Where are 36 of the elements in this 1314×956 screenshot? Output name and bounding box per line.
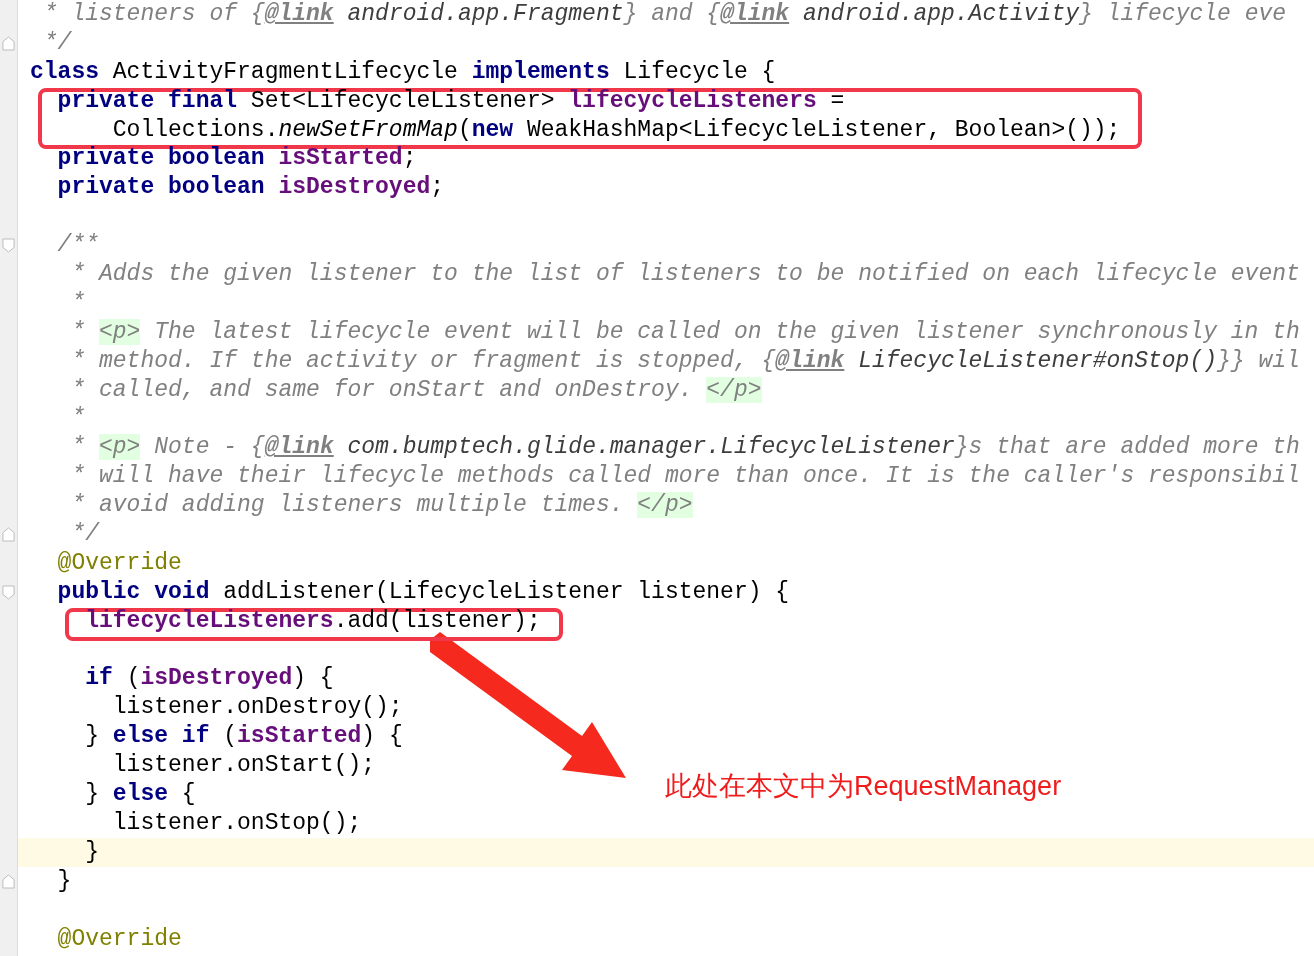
fold-marker-icon[interactable] xyxy=(2,35,15,51)
code-line: * xyxy=(70,404,86,434)
code-line: lifecycleListeners.add(listener); xyxy=(84,606,541,636)
code-line: listener.onDestroy(); xyxy=(111,693,403,723)
code-line: /** xyxy=(56,231,99,261)
code-line: public void addListener(LifecycleListener listener) { xyxy=(56,577,790,607)
callout-note: 此处在本文中为RequestManager xyxy=(665,770,1062,803)
fold-marker-icon[interactable] xyxy=(2,526,15,542)
code-line: } else { xyxy=(84,780,196,809)
code-line: Collections.newSetFromMap(new WeakHashMap<LifecycleListener, Boolean>()); xyxy=(111,115,1121,145)
code-line: private boolean isDestroyed; xyxy=(56,173,445,203)
code-line: if (isDestroyed) { xyxy=(84,664,334,694)
code-line: class ActivityFragmentLifecycle implements Lifecycle { xyxy=(30,57,776,87)
code-line: private boolean isStarted; xyxy=(56,144,417,174)
fold-marker-icon[interactable] xyxy=(2,238,15,254)
code-line: listener.onStop(); xyxy=(111,808,362,838)
code-line: * <p> The latest lifecycle event will be called on the given listener synchronously in th xyxy=(70,317,1300,347)
code-line: } xyxy=(56,866,72,896)
code-line: @Override xyxy=(56,548,182,578)
code-line: * avoid adding listeners multiple times. </p> xyxy=(70,491,693,521)
fold-marker-icon[interactable] xyxy=(2,584,15,600)
code-line: * xyxy=(70,288,86,318)
code-line: * listeners of {@link android.app.Fragment} and {@link android.app.Activity} lifecycle eve xyxy=(42,0,1287,29)
code-line: } else if (isStarted) { xyxy=(84,722,403,752)
fold-marker-icon[interactable] xyxy=(2,873,15,889)
code-line: * called, and same for onStart and onDestroy. </p> xyxy=(70,375,762,405)
code-line: listener.onStart(); xyxy=(111,751,376,781)
code-line: * method. If the activity or fragment is stopped, {@link LifecycleListener#onStop()}} wil xyxy=(70,346,1300,376)
code-line: @Override xyxy=(56,924,182,954)
code-line: */ xyxy=(70,520,99,549)
code-line: * Adds the given listener to the list of listeners to be notified on each lifecycle event xyxy=(70,260,1300,289)
code-line: } xyxy=(84,837,99,867)
code-line: * will have their lifecycle methods called more than once. It is the caller's responsibil xyxy=(70,462,1300,492)
code-line: * <p> Note - {@link com.bumptech.glide.manager.LifecycleListener}s that are added more th xyxy=(70,433,1300,463)
code-line: private final Set<LifecycleListener> lifecycleListeners = xyxy=(56,86,845,116)
code-line: */ xyxy=(42,28,72,58)
